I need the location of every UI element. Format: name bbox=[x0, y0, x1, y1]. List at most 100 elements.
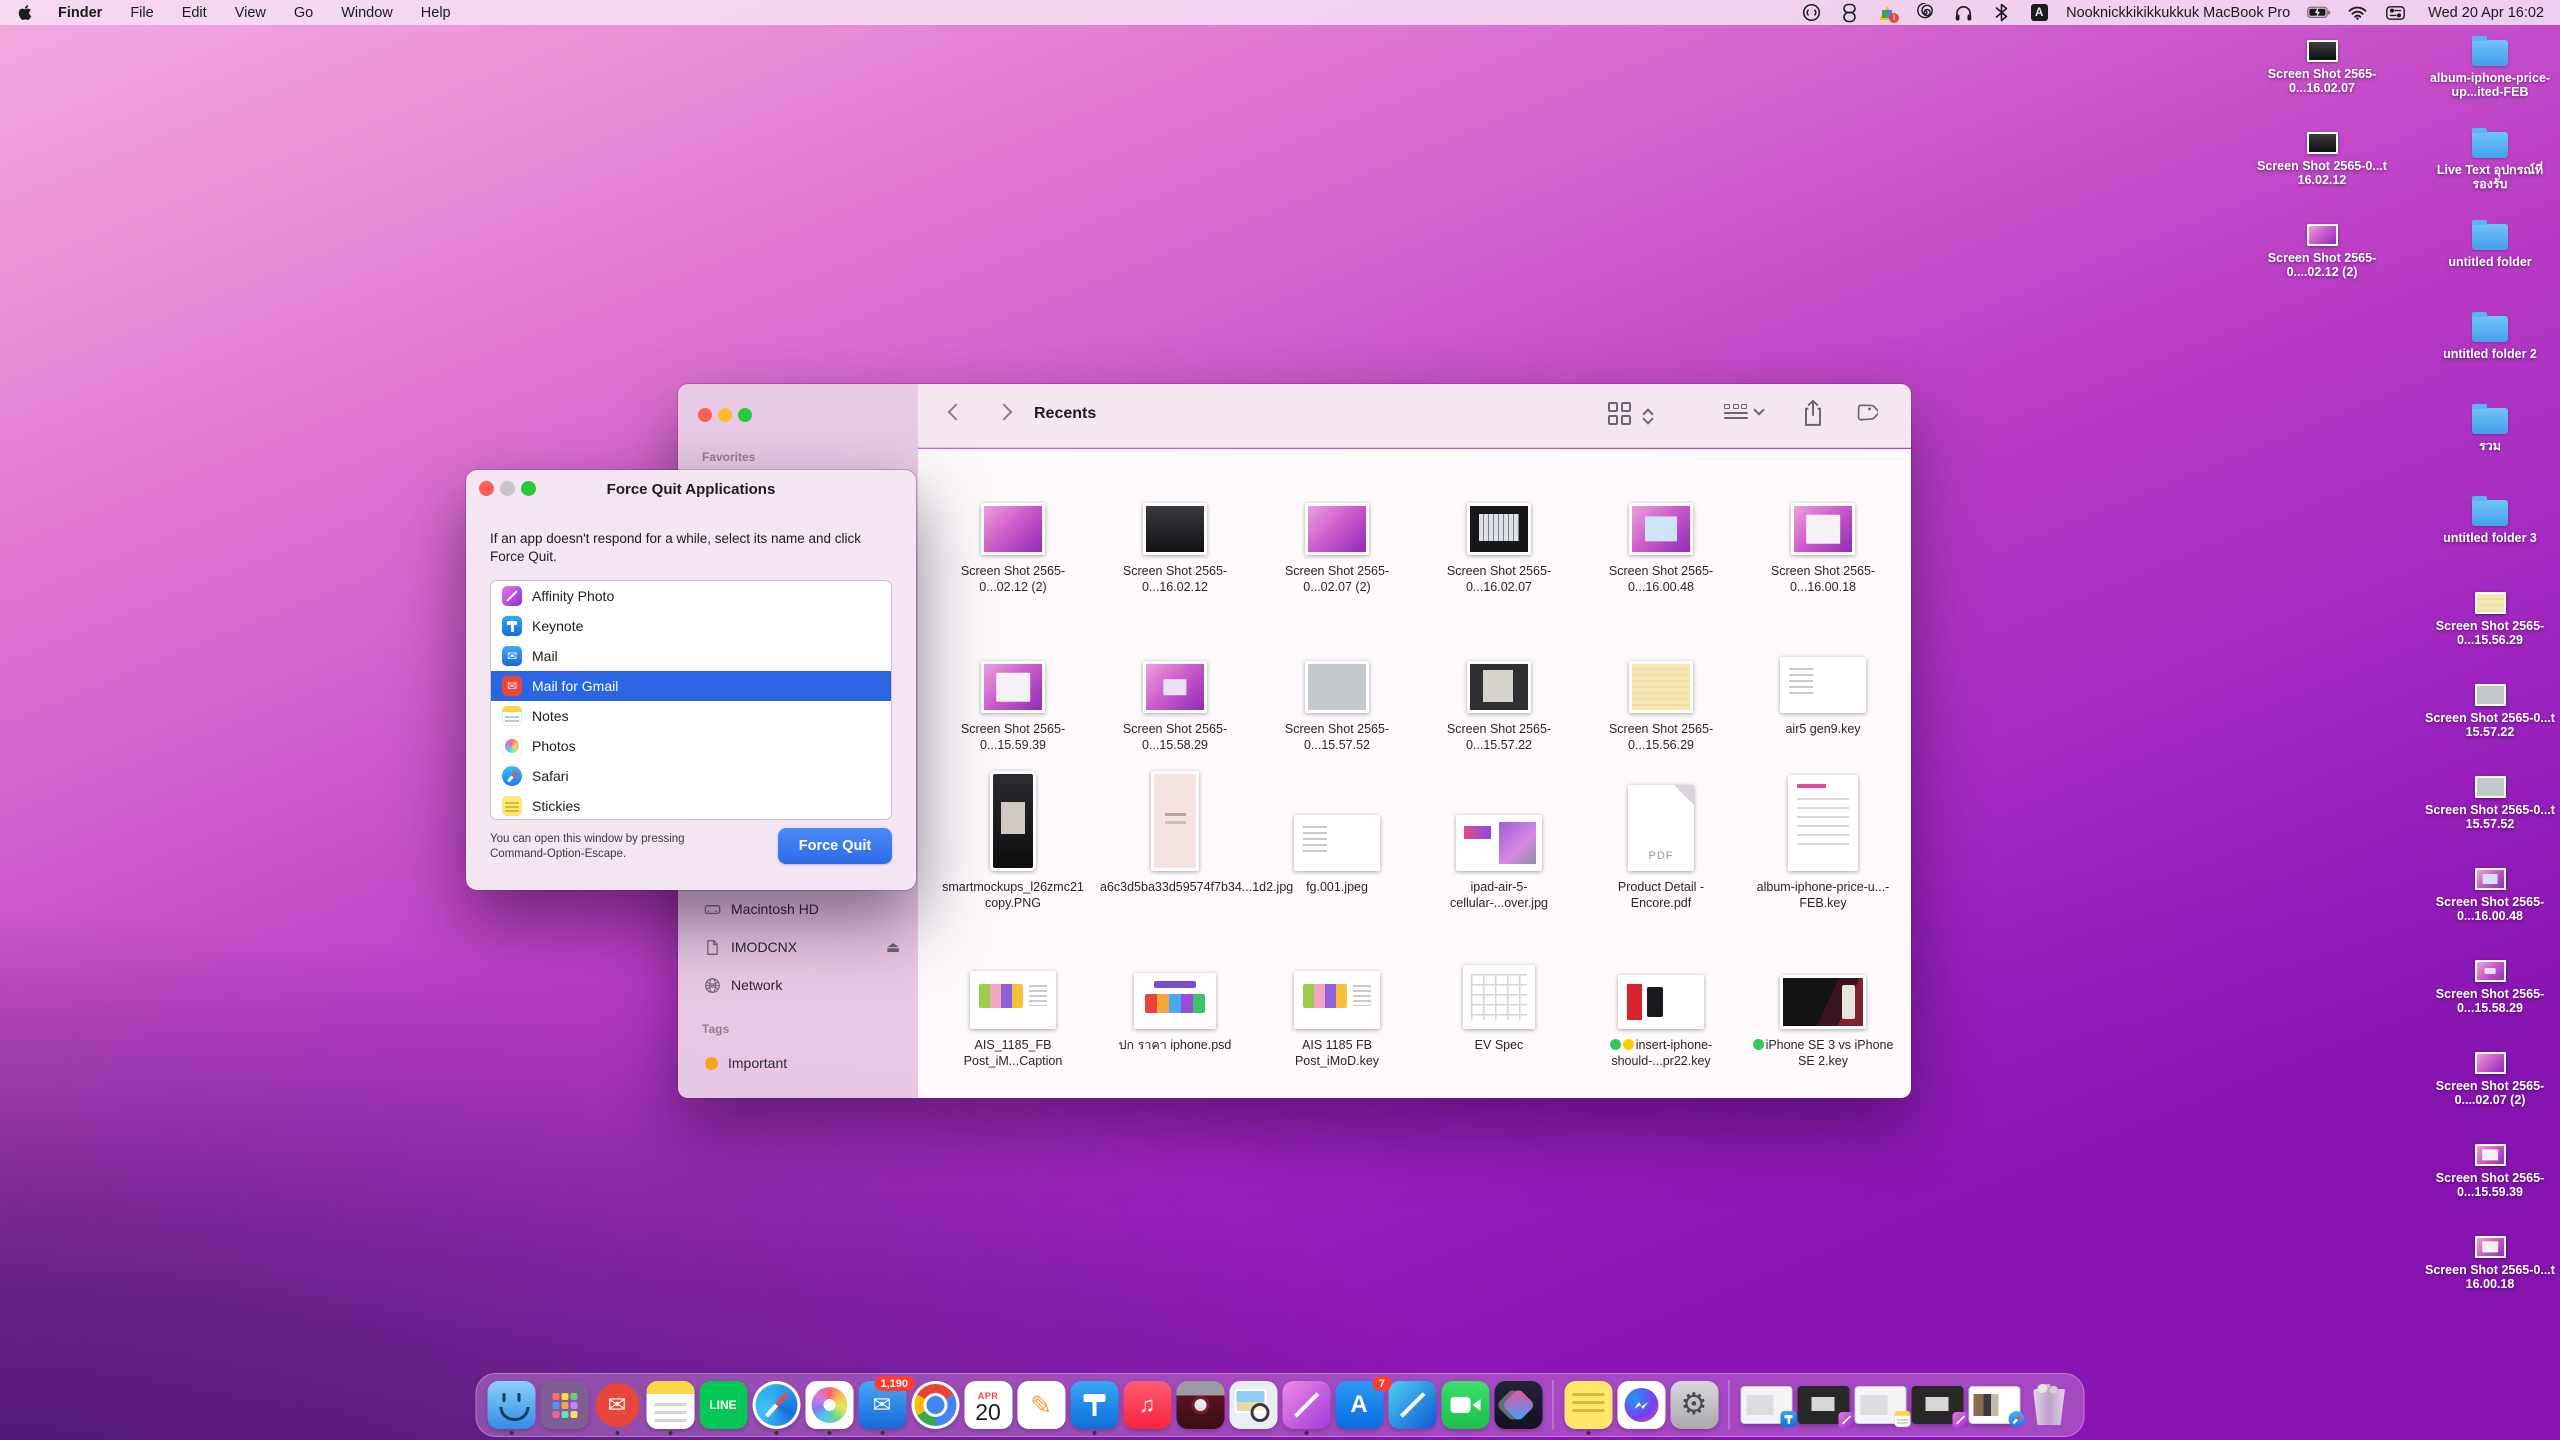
dock-item-affinity-photo[interactable] bbox=[1282, 1381, 1330, 1429]
desktop-file[interactable]: Screen Shot 2565-0...t 15.57.22 bbox=[2422, 684, 2558, 776]
input-source-icon[interactable]: A bbox=[2027, 0, 2051, 25]
force-quit-app-keynote[interactable]: Keynote bbox=[491, 611, 891, 641]
sidebar-item-imodcnx[interactable]: IMODCNX⏏ bbox=[688, 928, 908, 966]
dock-item-preview[interactable] bbox=[1229, 1381, 1277, 1429]
file-item[interactable]: insert-iphone-should-...pr22.key bbox=[1580, 925, 1742, 1083]
headphones-icon[interactable] bbox=[1951, 0, 1975, 25]
menu-item-view[interactable]: View bbox=[221, 0, 280, 25]
dock-item-minimized-window-4[interactable] bbox=[1911, 1386, 1963, 1424]
file-item[interactable]: Screen Shot 2565-0...02.12 (2) bbox=[932, 451, 1094, 609]
close-button[interactable] bbox=[698, 408, 712, 422]
desktop-file[interactable]: Screen Shot 2565-0....02.12 (2) bbox=[2254, 224, 2390, 316]
dock-item-line[interactable]: LINE bbox=[699, 1381, 747, 1429]
dock-item-photo-booth[interactable] bbox=[1176, 1381, 1224, 1429]
desktop-file[interactable]: Screen Shot 2565-0...15.58.29 bbox=[2422, 960, 2558, 1052]
file-item[interactable]: AIS 1185 FB Post_iMoD.key bbox=[1256, 925, 1418, 1083]
dock-item-minimized-window-2[interactable] bbox=[1797, 1386, 1849, 1424]
dock-item-facetime[interactable] bbox=[1441, 1381, 1489, 1429]
force-quit-button[interactable]: Force Quit bbox=[778, 828, 892, 864]
file-item[interactable]: a6c3d5ba33d59574f7b34...1d2.jpg bbox=[1094, 767, 1256, 925]
file-item[interactable]: ปก ราคา iphone.psd bbox=[1094, 925, 1256, 1083]
sidebar-item-macintosh-hd[interactable]: Macintosh HD bbox=[688, 890, 908, 928]
dock-item-shortcuts[interactable] bbox=[1494, 1381, 1542, 1429]
desktop-folder[interactable]: album-iphone-price-up...ited-FEB bbox=[2422, 40, 2558, 132]
force-quit-app-stickies[interactable]: Stickies bbox=[491, 791, 891, 820]
dock-item-launchpad[interactable] bbox=[540, 1381, 588, 1429]
menu-item-file[interactable]: File bbox=[116, 0, 167, 25]
dock-item-music[interactable]: ♫ bbox=[1123, 1381, 1171, 1429]
desktop-file[interactable]: Screen Shot 2565-0...t 15.57.52 bbox=[2422, 776, 2558, 868]
menu-item-go[interactable]: Go bbox=[280, 0, 327, 25]
force-quit-app-mail[interactable]: ✉Mail bbox=[491, 641, 891, 671]
file-item[interactable]: EV Spec bbox=[1418, 925, 1580, 1083]
desktop-file[interactable]: Screen Shot 2565-0...15.59.39 bbox=[2422, 1144, 2558, 1236]
file-item[interactable]: smartmockups_l26zmc21 copy.PNG bbox=[932, 767, 1094, 925]
force-quit-app-photos[interactable]: Photos bbox=[491, 731, 891, 761]
apple-menu-icon[interactable] bbox=[0, 0, 44, 25]
desktop-file[interactable]: Screen Shot 2565-0...15.56.29 bbox=[2422, 592, 2558, 684]
force-quit-app-affinity-photo[interactable]: Affinity Photo bbox=[491, 581, 891, 611]
minimize-button[interactable] bbox=[718, 408, 732, 422]
file-item[interactable]: Screen Shot 2565-0...15.57.22 bbox=[1418, 609, 1580, 767]
loop-icon[interactable] bbox=[1837, 0, 1861, 25]
creative-cloud-icon[interactable] bbox=[1799, 0, 1823, 25]
bluetooth-icon[interactable] bbox=[1989, 0, 2013, 25]
file-item[interactable]: AIS_1185_FB Post_iM...Caption bbox=[932, 925, 1094, 1083]
desktop-folder[interactable]: Live Text อุปกรณ์ที่รองรับ bbox=[2422, 132, 2558, 224]
menu-bar-clock[interactable]: Wed 20 Apr 16:02 bbox=[2428, 5, 2544, 21]
file-item[interactable]: Screen Shot 2565-0...02.07 (2) bbox=[1256, 451, 1418, 609]
dock-item-calendar[interactable]: APR20 bbox=[964, 1381, 1012, 1429]
file-item[interactable]: album-iphone-price-u...-FEB.key bbox=[1742, 767, 1904, 925]
desktop-folder[interactable]: untitled folder bbox=[2422, 224, 2558, 316]
menu-item-window[interactable]: Window bbox=[327, 0, 407, 25]
sidebar-item-network[interactable]: Network bbox=[688, 966, 908, 1004]
desktop-file[interactable]: Screen Shot 2565-0...t 16.02.12 bbox=[2254, 132, 2390, 224]
file-item[interactable]: Screen Shot 2565-0...15.57.52 bbox=[1256, 609, 1418, 767]
dock-item-minimized-window-1[interactable] bbox=[1740, 1386, 1792, 1424]
file-item[interactable]: ipad-air-5-cellular-...over.jpg bbox=[1418, 767, 1580, 925]
file-item[interactable]: iPhone SE 3 vs iPhone SE 2.key bbox=[1742, 925, 1904, 1083]
dock-item-system-preferences[interactable]: ⚙ bbox=[1670, 1381, 1718, 1429]
spiral-icon[interactable] bbox=[1913, 0, 1937, 25]
desktop-file[interactable]: Screen Shot 2565-0...16.00.48 bbox=[2422, 868, 2558, 960]
back-button[interactable] bbox=[948, 404, 965, 421]
dock-item-mail-for-gmail[interactable]: ✉ bbox=[593, 1381, 641, 1429]
dock-item-photos[interactable] bbox=[805, 1381, 853, 1429]
dock-item-pages[interactable]: ✎ bbox=[1017, 1381, 1065, 1429]
file-item[interactable]: air5 gen9.key bbox=[1742, 609, 1904, 767]
file-item[interactable]: Screen Shot 2565-0...16.00.48 bbox=[1580, 451, 1742, 609]
dock-item-stickies[interactable] bbox=[1564, 1381, 1612, 1429]
dock-item-finder[interactable] bbox=[487, 1381, 535, 1429]
force-quit-app-notes[interactable]: Notes bbox=[491, 701, 891, 731]
sidebar-tag-important[interactable]: Important bbox=[688, 1044, 908, 1082]
menu-item-help[interactable]: Help bbox=[407, 0, 465, 25]
file-item[interactable]: Screen Shot 2565-0...15.59.39 bbox=[932, 609, 1094, 767]
dock-item-messenger[interactable] bbox=[1617, 1381, 1665, 1429]
more-actions-button[interactable] bbox=[1910, 402, 1911, 427]
file-item[interactable]: Screen Shot 2565-0...15.58.29 bbox=[1094, 609, 1256, 767]
dock-item-minimized-window-3[interactable] bbox=[1854, 1386, 1906, 1424]
wifi-icon[interactable] bbox=[2345, 0, 2369, 25]
file-item[interactable]: Screen Shot 2565-0...16.02.07 bbox=[1418, 451, 1580, 609]
desktop-folder[interactable]: untitled folder 2 bbox=[2422, 316, 2558, 408]
dock-item-chrome[interactable] bbox=[911, 1381, 959, 1429]
tags-button[interactable] bbox=[1854, 401, 1878, 425]
zoom-button[interactable] bbox=[738, 408, 752, 422]
dock-item-notes[interactable] bbox=[646, 1381, 694, 1429]
dock-item-minimized-window-5[interactable] bbox=[1968, 1386, 2020, 1424]
forward-button[interactable] bbox=[996, 404, 1013, 421]
desktop-file[interactable]: Screen Shot 2565-0...t 16.00.18 bbox=[2422, 1236, 2558, 1328]
file-item[interactable]: Screen Shot 2565-0...15.56.29 bbox=[1580, 609, 1742, 767]
force-quit-app-mail-for-gmail[interactable]: ✉Mail for Gmail bbox=[491, 671, 891, 701]
icon-view-button[interactable] bbox=[1608, 402, 1652, 425]
dock-item-safari[interactable] bbox=[752, 1381, 800, 1429]
file-item[interactable]: Screen Shot 2565-0...16.02.12 bbox=[1094, 451, 1256, 609]
desktop-folder[interactable]: รวม bbox=[2422, 408, 2558, 500]
dock-item-app-store[interactable]: A7 bbox=[1335, 1381, 1383, 1429]
dock-item-keynote[interactable] bbox=[1070, 1381, 1118, 1429]
file-item[interactable]: Product Detail - Encore.pdf bbox=[1580, 767, 1742, 925]
battery-icon[interactable] bbox=[2307, 0, 2331, 25]
file-item[interactable]: Screen Shot 2565-0...16.00.18 bbox=[1742, 451, 1904, 609]
menu-item-edit[interactable]: Edit bbox=[168, 0, 221, 25]
dock-item-affinity-designer[interactable] bbox=[1388, 1381, 1436, 1429]
